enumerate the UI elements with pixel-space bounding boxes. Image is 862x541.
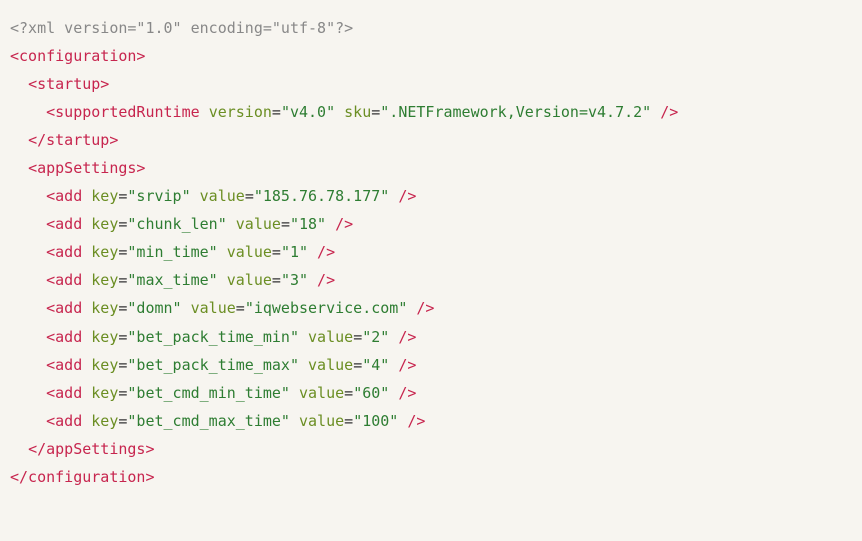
token-tag: /> xyxy=(389,328,416,346)
token-tag: <add xyxy=(46,187,91,205)
token-tag: <add xyxy=(46,384,91,402)
token-attr-value: "chunk_len" xyxy=(127,215,226,233)
token-attr-value: "60" xyxy=(353,384,389,402)
token-tag: /> xyxy=(398,412,425,430)
token-attr-name: key xyxy=(91,215,118,233)
token-tag: <add xyxy=(46,243,91,261)
token-attr-value: "3" xyxy=(281,271,308,289)
token-tag: <supportedRuntime xyxy=(46,103,209,121)
token-attr-eq: = xyxy=(272,243,281,261)
token-tag: /> xyxy=(389,187,416,205)
token-attr-eq: = xyxy=(272,103,281,121)
token-attr-name: key xyxy=(91,384,118,402)
code-line: <configuration> xyxy=(10,42,852,70)
code-line: <add key="domn" value="iqwebservice.com"… xyxy=(10,294,852,322)
token-attr-value: ".NETFramework,Version=v4.7.2" xyxy=(380,103,651,121)
token-attr-name: key xyxy=(91,243,118,261)
token-tag: <add xyxy=(46,271,91,289)
token-attr-eq: = xyxy=(371,103,380,121)
token-tag: /> xyxy=(326,215,353,233)
token-attr-name: version xyxy=(209,103,272,121)
token-attr-name: value xyxy=(227,215,281,233)
xml-code-block: <?xml version="1.0" encoding="utf-8"?> <c… xyxy=(10,14,852,491)
token-tag: <add xyxy=(46,412,91,430)
token-attr-eq: = xyxy=(245,187,254,205)
token-attr-value: "iqwebservice.com" xyxy=(245,299,408,317)
code-line: <?xml version="1.0" encoding="utf-8"?> xyxy=(10,14,852,42)
code-line: <add key="bet_cmd_min_time" value="60" /… xyxy=(10,379,852,407)
token-pi: <?xml version="1.0" encoding="utf-8"?> xyxy=(10,19,353,37)
token-attr-value: "bet_cmd_min_time" xyxy=(127,384,290,402)
token-attr-value: "2" xyxy=(362,328,389,346)
token-attr-value: "max_time" xyxy=(127,271,217,289)
token-attr-value: "min_time" xyxy=(127,243,217,261)
token-tag: <startup> xyxy=(28,75,109,93)
token-attr-value: "srvip" xyxy=(127,187,190,205)
code-line: <add key="max_time" value="3" /> xyxy=(10,266,852,294)
token-attr-value: "bet_cmd_max_time" xyxy=(127,412,290,430)
token-tag: <add xyxy=(46,356,91,374)
token-tag: /> xyxy=(407,299,434,317)
code-line: <supportedRuntime version="v4.0" sku=".N… xyxy=(10,98,852,126)
token-attr-value: "4" xyxy=(362,356,389,374)
token-tag: <add xyxy=(46,299,91,317)
token-tag: <configuration> xyxy=(10,47,145,65)
token-attr-value: "100" xyxy=(353,412,398,430)
token-attr-name: key xyxy=(91,187,118,205)
token-tag: </configuration> xyxy=(10,468,155,486)
token-attr-name: sku xyxy=(335,103,371,121)
token-attr-value: "bet_pack_time_max" xyxy=(127,356,299,374)
token-attr-name: key xyxy=(91,328,118,346)
token-attr-name: value xyxy=(218,271,272,289)
token-tag: /> xyxy=(308,271,335,289)
token-attr-value: "185.76.78.177" xyxy=(254,187,389,205)
code-line: <add key="bet_pack_time_min" value="2" /… xyxy=(10,323,852,351)
token-attr-name: key xyxy=(91,412,118,430)
token-attr-value: "18" xyxy=(290,215,326,233)
token-tag: /> xyxy=(389,384,416,402)
code-line: <add key="min_time" value="1" /> xyxy=(10,238,852,266)
token-tag: </appSettings> xyxy=(28,440,154,458)
code-line: </startup> xyxy=(10,126,852,154)
token-attr-name: value xyxy=(299,356,353,374)
token-attr-eq: = xyxy=(272,271,281,289)
token-attr-eq: = xyxy=(353,328,362,346)
token-tag: <add xyxy=(46,215,91,233)
token-attr-name: key xyxy=(91,271,118,289)
token-attr-name: value xyxy=(290,412,344,430)
token-attr-name: value xyxy=(191,187,245,205)
token-tag: /> xyxy=(651,103,678,121)
token-tag: /> xyxy=(308,243,335,261)
token-tag: <add xyxy=(46,328,91,346)
token-attr-eq: = xyxy=(353,356,362,374)
token-attr-eq: = xyxy=(236,299,245,317)
token-tag: </startup> xyxy=(28,131,118,149)
code-line: <add key="bet_pack_time_max" value="4" /… xyxy=(10,351,852,379)
code-line: <add key="srvip" value="185.76.78.177" /… xyxy=(10,182,852,210)
code-line: </appSettings> xyxy=(10,435,852,463)
code-line: <add key="chunk_len" value="18" /> xyxy=(10,210,852,238)
code-line: <add key="bet_cmd_max_time" value="100" … xyxy=(10,407,852,435)
token-tag: <appSettings> xyxy=(28,159,145,177)
token-attr-name: key xyxy=(91,356,118,374)
token-attr-value: "1" xyxy=(281,243,308,261)
token-attr-name: value xyxy=(290,384,344,402)
token-attr-eq: = xyxy=(344,412,353,430)
token-attr-value: "bet_pack_time_min" xyxy=(127,328,299,346)
token-attr-eq: = xyxy=(281,215,290,233)
token-attr-value: "domn" xyxy=(127,299,181,317)
token-tag: /> xyxy=(389,356,416,374)
token-attr-name: value xyxy=(218,243,272,261)
token-attr-name: key xyxy=(91,299,118,317)
token-attr-value: "v4.0" xyxy=(281,103,335,121)
token-attr-name: value xyxy=(299,328,353,346)
token-attr-name: value xyxy=(182,299,236,317)
code-line: </configuration> xyxy=(10,463,852,491)
code-line: <appSettings> xyxy=(10,154,852,182)
token-attr-eq: = xyxy=(344,384,353,402)
code-line: <startup> xyxy=(10,70,852,98)
